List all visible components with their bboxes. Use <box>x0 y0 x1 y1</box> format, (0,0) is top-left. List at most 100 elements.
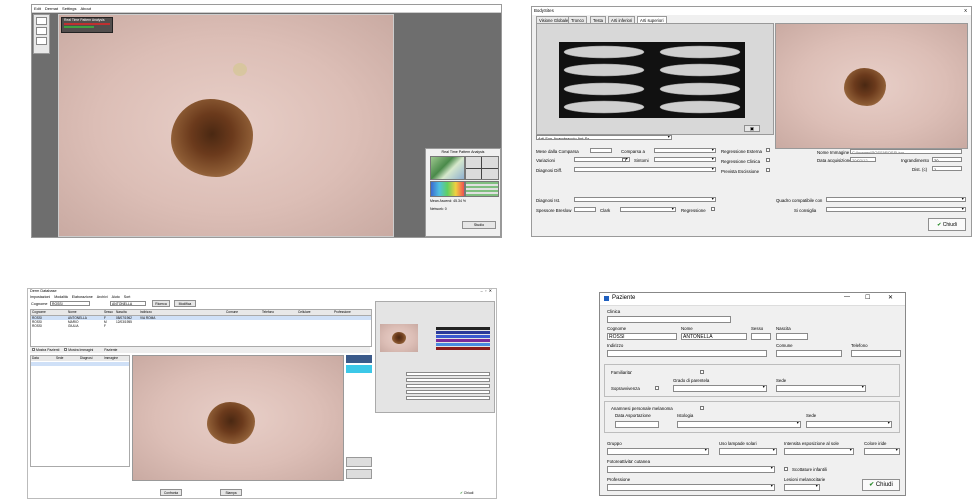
col-sede[interactable]: Sede <box>56 356 80 361</box>
quadro-select[interactable] <box>826 197 966 202</box>
col-nome[interactable]: Nome <box>68 310 104 315</box>
col-indirizzo[interactable]: Indirizzo <box>140 310 226 315</box>
table-row[interactable]: ROSSI GIULIA F <box>31 324 371 328</box>
paziente-close-button[interactable]: ✔ Chiudi <box>862 479 900 491</box>
anamnesi-check[interactable] <box>700 406 704 410</box>
data-asportazione-field[interactable] <box>615 421 659 428</box>
lesioni-select[interactable] <box>784 484 820 491</box>
menu-dermat[interactable]: Dermat <box>45 5 58 12</box>
sesso-field[interactable] <box>751 333 771 340</box>
sede2-select[interactable] <box>806 421 892 428</box>
comparsa-field[interactable] <box>590 148 612 153</box>
thumb-cyan[interactable] <box>346 365 372 373</box>
diagnosi-ist-select[interactable] <box>574 197 716 202</box>
dermoscopy-image[interactable]: Real Time Pattern Analysis <box>58 14 394 237</box>
sopravvivenza-check[interactable] <box>655 386 659 390</box>
esposizione-select[interactable] <box>784 448 854 455</box>
ingrandimento-field[interactable]: 20 <box>932 157 962 162</box>
maximize-icon[interactable]: ☐ <box>865 294 870 301</box>
nome-immagine-field[interactable]: C:\Images\ROSSI\ROSSI.jpg <box>850 149 962 154</box>
tab-arti-inferiori[interactable]: Arti inferiori <box>608 16 636 23</box>
familiarita-check[interactable] <box>700 370 704 374</box>
comparsa-a-select[interactable] <box>654 148 716 153</box>
variazioni-check[interactable] <box>622 158 626 162</box>
menu-elaborazione[interactable]: Elaborazione <box>72 295 93 299</box>
tab-visione-globale[interactable]: Visione Globale <box>536 16 572 23</box>
col-cellulare[interactable]: Cellulare <box>298 310 334 315</box>
professione-select[interactable] <box>607 484 775 491</box>
consiglio-select[interactable] <box>826 207 966 212</box>
scottature-check[interactable] <box>784 467 788 471</box>
filter-check-patients[interactable] <box>32 348 35 351</box>
regressione-check[interactable] <box>711 207 715 211</box>
col-cognome[interactable]: Cognome <box>31 310 68 315</box>
filter-check-images[interactable] <box>64 348 68 351</box>
list-item[interactable] <box>31 362 129 366</box>
main-close-button[interactable]: ✔ Chiudi <box>460 489 490 496</box>
close-icon[interactable]: ✕ <box>888 294 893 301</box>
tool-icon[interactable] <box>36 17 47 25</box>
col-diagnosi[interactable]: Diagnosi <box>80 356 104 361</box>
info-field[interactable] <box>406 372 490 376</box>
thumb[interactable] <box>346 469 372 479</box>
indirizzo-field[interactable] <box>607 350 767 357</box>
tab-testa[interactable]: Testa <box>590 16 607 23</box>
nascita-field[interactable] <box>776 333 808 340</box>
clark-select[interactable] <box>620 207 676 212</box>
menu-sort[interactable]: Sort <box>124 295 131 299</box>
col-data[interactable]: Data <box>31 356 56 361</box>
thumb[interactable] <box>346 457 372 467</box>
data-acq-field[interactable]: 20/02/12 <box>850 157 876 162</box>
col-comune[interactable]: Comune <box>226 310 262 315</box>
arms-diagram[interactable] <box>559 42 745 118</box>
clinica-field[interactable] <box>607 316 731 323</box>
search-button[interactable]: Ricerca <box>152 300 170 307</box>
info-field[interactable] <box>406 384 490 388</box>
comune-field[interactable] <box>776 350 842 357</box>
colore-iride-select[interactable] <box>864 448 900 455</box>
print-button[interactable]: Stampa <box>220 489 242 496</box>
cognome-field[interactable]: ROSSI <box>607 333 677 340</box>
col-immagine[interactable]: Immagine <box>104 356 128 361</box>
sede-select[interactable] <box>776 385 866 392</box>
minimize-icon[interactable]: — <box>844 294 850 300</box>
compare-button[interactable]: Confronta <box>160 489 182 496</box>
fotoreattivita-select[interactable] <box>607 466 775 473</box>
edit-button[interactable]: Modifica <box>174 300 196 307</box>
tab-arti-superiori[interactable]: Arti superiori <box>637 16 667 23</box>
grado-select[interactable] <box>673 385 767 392</box>
bodysites-image[interactable] <box>775 23 968 149</box>
col-sesso[interactable]: Sesso <box>104 310 116 315</box>
dist-field[interactable]: 1 <box>932 166 962 171</box>
col-telefono[interactable]: Telefono <box>262 310 298 315</box>
tab-tronco[interactable]: Tronco <box>568 16 587 23</box>
studio-button[interactable]: Studio <box>462 221 496 229</box>
tool-icon[interactable] <box>36 27 47 35</box>
info-thumb[interactable] <box>380 324 418 352</box>
menu-modalita[interactable]: Modalità <box>54 295 68 299</box>
info-field[interactable] <box>406 390 490 394</box>
nome-field[interactable]: ANTONELLA <box>681 333 747 340</box>
diagnosi-diff-select[interactable] <box>574 167 716 172</box>
info-field[interactable] <box>406 378 490 382</box>
col-nascita[interactable]: Nascita <box>116 310 140 315</box>
menu-archivi[interactable]: Archivi <box>97 295 108 299</box>
menu-aiuto[interactable]: Aiuto <box>112 295 120 299</box>
prevista-check[interactable] <box>766 168 770 172</box>
col-professione[interactable]: Professione <box>334 310 370 315</box>
window-controls[interactable]: – ▫ ✕ <box>481 289 492 293</box>
reg-esterna-check[interactable] <box>766 148 770 152</box>
camera-button[interactable]: ▣ <box>744 125 760 132</box>
bodysites-close-button[interactable]: ✔ Chiudi <box>928 218 966 231</box>
search-input[interactable]: ROSSI <box>50 301 90 306</box>
reg-clinica-check[interactable] <box>766 158 770 162</box>
spessore-field[interactable] <box>574 207 596 212</box>
tool-icon[interactable] <box>36 37 47 45</box>
main-preview-image[interactable] <box>132 355 344 481</box>
menu-about[interactable]: About <box>80 5 90 12</box>
lampade-select[interactable] <box>719 448 777 455</box>
gruppo-select[interactable] <box>607 448 709 455</box>
menu-settings[interactable]: Settings <box>62 5 76 12</box>
name-input[interactable]: ANTONELLA <box>110 301 146 306</box>
region-select[interactable]: Arti Sup-Avambraccio Ant Sx <box>536 135 672 140</box>
